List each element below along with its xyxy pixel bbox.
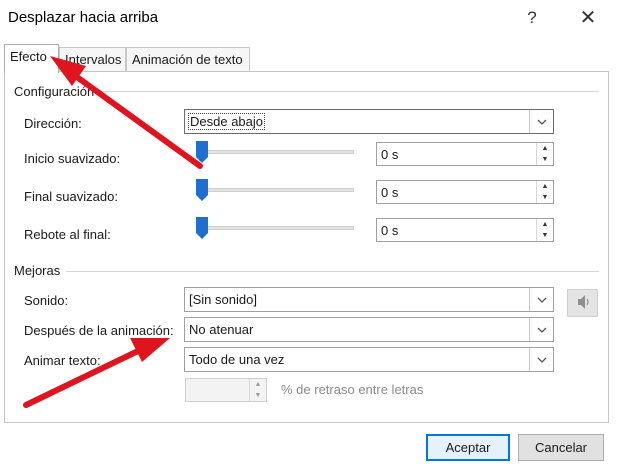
caret-down-icon[interactable]: ▼ <box>537 230 553 241</box>
smooth-end-slider-track[interactable] <box>196 188 354 192</box>
letter-delay-spinner[interactable]: ▲ ▼ <box>185 378 267 402</box>
animate-text-dropdown[interactable]: Todo de una vez <box>184 347 554 372</box>
smooth-start-value: 0 s <box>381 147 399 162</box>
window-title: Desplazar hacia arriba <box>8 9 159 26</box>
caret-up-icon[interactable]: ▲ <box>250 379 266 390</box>
after-animation-value: No atenuar <box>189 322 254 337</box>
chevron-down-icon <box>529 110 553 133</box>
bounce-end-spinner[interactable]: 0 s ▲ ▼ <box>376 218 554 242</box>
sound-dropdown[interactable]: [Sin sonido] <box>184 287 554 312</box>
sound-label: Sonido: <box>24 293 69 308</box>
smooth-end-spinner[interactable]: 0 s ▲ ▼ <box>376 180 554 204</box>
smooth-end-slider-thumb[interactable] <box>196 179 208 202</box>
section-configuracion-label: Configuración <box>14 84 99 99</box>
caret-up-icon[interactable]: ▲ <box>537 219 553 230</box>
smooth-start-slider-track[interactable] <box>196 150 354 154</box>
speaker-icon <box>576 294 590 313</box>
section-divider <box>66 271 599 272</box>
after-animation-label: Después de la animación: <box>24 323 174 338</box>
bounce-end-label: Rebote al final: <box>24 227 111 242</box>
letter-delay-label: % de retraso entre letras <box>281 382 424 397</box>
chevron-down-icon <box>529 348 553 371</box>
sound-value: [Sin sonido] <box>189 292 257 307</box>
title-bar: Desplazar hacia arriba ? ✕ <box>0 0 618 38</box>
section-divider <box>92 91 599 92</box>
section-mejoras-label: Mejoras <box>14 263 65 278</box>
animate-text-value: Todo de una vez <box>189 352 285 367</box>
tab-intervalos[interactable]: Intervalos <box>59 47 126 72</box>
sound-preview-button[interactable] <box>567 289 598 317</box>
tab-efecto[interactable]: Efecto <box>4 44 59 73</box>
chevron-down-icon <box>529 288 553 311</box>
direction-value: Desde abajo <box>188 113 265 130</box>
smooth-start-spinner[interactable]: 0 s ▲ ▼ <box>376 142 554 166</box>
caret-down-icon[interactable]: ▼ <box>537 154 553 165</box>
smooth-start-label: Inicio suavizado: <box>24 151 121 166</box>
caret-up-icon[interactable]: ▲ <box>537 181 553 192</box>
caret-up-icon[interactable]: ▲ <box>537 143 553 154</box>
chevron-down-icon <box>529 318 553 341</box>
bounce-end-slider-track[interactable] <box>196 226 354 230</box>
cancel-button[interactable]: Cancelar <box>518 434 604 461</box>
bounce-end-slider-thumb[interactable] <box>196 217 208 240</box>
caret-down-icon[interactable]: ▼ <box>537 192 553 203</box>
close-button[interactable]: ✕ <box>571 4 605 32</box>
ok-button[interactable]: Aceptar <box>426 434 510 461</box>
help-button[interactable]: ? <box>515 4 549 32</box>
smooth-end-value: 0 s <box>381 185 399 200</box>
bounce-end-value: 0 s <box>381 223 399 238</box>
smooth-start-slider-thumb[interactable] <box>196 141 208 164</box>
direction-label: Dirección: <box>24 116 82 131</box>
caret-down-icon[interactable]: ▼ <box>250 390 266 401</box>
smooth-end-label: Final suavizado: <box>24 189 118 204</box>
after-animation-dropdown[interactable]: No atenuar <box>184 317 554 342</box>
tab-animacion-texto[interactable]: Animación de texto <box>126 47 250 72</box>
direction-dropdown[interactable]: Desde abajo <box>184 109 554 134</box>
animate-text-label: Animar texto: <box>24 353 101 368</box>
